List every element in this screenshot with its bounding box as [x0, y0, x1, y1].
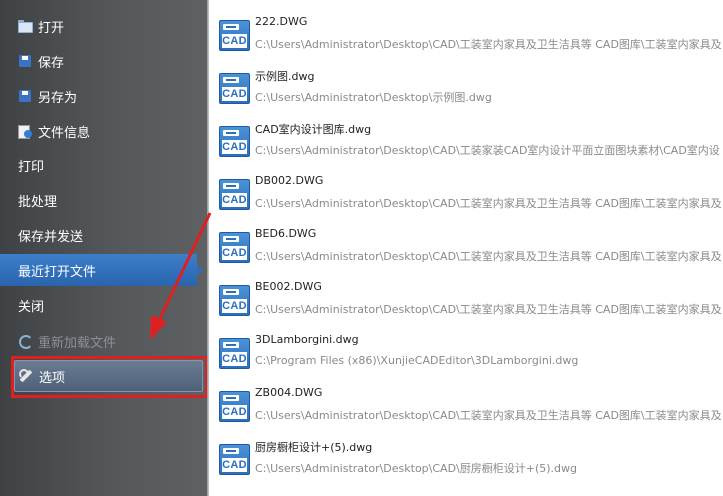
- menu-item-label: 打印: [18, 159, 45, 175]
- file-path: C:\Users\Administrator\Desktop\CAD\厨房橱柜设…: [255, 462, 578, 475]
- file-path: C:\Users\Administrator\Desktop\CAD\工装室内家…: [255, 409, 722, 422]
- cad-file-icon: CAD: [219, 179, 250, 210]
- list-item[interactable]: CAD 示例图.dwg C:\Users\Administrator\Deskt…: [209, 53, 723, 106]
- file-info-icon: [18, 124, 32, 139]
- list-item[interactable]: CAD CAD室内设计图库.dwg C:\Users\Administrator…: [209, 106, 723, 159]
- list-item[interactable]: CAD 3DLamborgini.dwg C:\Program Files (x…: [209, 318, 723, 371]
- menu-item-label: 文件信息: [38, 125, 91, 141]
- file-path: C:\Program Files (x86)\XunjieCADEditor\3…: [255, 354, 579, 367]
- file-name: ZB004.DWG: [255, 386, 323, 399]
- file-path: C:\Users\Administrator\Desktop\CAD\工装室内家…: [255, 197, 722, 210]
- annotation-arrow: [150, 212, 212, 340]
- cad-file-icon: CAD: [219, 338, 250, 369]
- file-path: C:\Users\Administrator\Desktop\CAD\工装室内家…: [255, 38, 722, 51]
- file-name: CAD室内设计图库.dwg: [255, 123, 372, 136]
- file-path: C:\Users\Administrator\Desktop\CAD\工装家装C…: [255, 144, 720, 157]
- cad-file-icon: CAD: [219, 126, 250, 157]
- menu-item-label: 关闭: [18, 299, 45, 315]
- menu-item-save[interactable]: 保存: [0, 45, 202, 77]
- cad-file-icon: CAD: [219, 73, 250, 104]
- recent-files-list: CAD 222.DWG C:\Users\Administrator\Deskt…: [209, 0, 723, 496]
- menu-item-label: 最近打开文件: [18, 264, 97, 280]
- list-item[interactable]: CAD DB002.DWG C:\Users\Administrator\Des…: [209, 159, 723, 212]
- file-path: C:\Users\Administrator\Desktop\CAD\工装室内家…: [255, 303, 722, 316]
- file-path: C:\Users\Administrator\Desktop\示例图.dwg: [255, 91, 492, 104]
- list-item[interactable]: CAD BE002.DWG C:\Users\Administrator\Des…: [209, 265, 723, 318]
- menu-item-label: 另存为: [38, 90, 78, 106]
- file-name: 厨房橱柜设计+(5).dwg: [255, 441, 373, 454]
- cad-file-icon: CAD: [219, 232, 250, 263]
- menu-item-label: 保存并发送: [18, 229, 84, 245]
- cad-file-icon: CAD: [219, 285, 250, 316]
- menu-item-label: 打开: [38, 20, 65, 36]
- file-path: C:\Users\Administrator\Desktop\CAD\工装室内家…: [255, 250, 722, 263]
- cad-file-icon: CAD: [219, 444, 250, 475]
- file-name: 示例图.dwg: [255, 70, 315, 83]
- file-name: BE002.DWG: [255, 280, 322, 293]
- list-item[interactable]: CAD 厨房橱柜设计+(5).dwg C:\Users\Administrato…: [209, 424, 723, 477]
- menu-item-open[interactable]: 打开: [0, 10, 202, 42]
- menu-item-save-as[interactable]: 另存为: [0, 80, 202, 112]
- list-item[interactable]: CAD 222.DWG C:\Users\Administrator\Deskt…: [209, 0, 723, 53]
- menu-item-label: 重新加载文件: [38, 335, 117, 351]
- folder-open-icon: [18, 19, 33, 33]
- save-icon: [18, 54, 32, 68]
- highlight-box: [11, 356, 207, 398]
- menu-item-print[interactable]: 打印: [0, 149, 202, 181]
- reload-icon: [18, 334, 33, 349]
- cad-file-icon: CAD: [219, 20, 250, 51]
- menu-item-label: 保存: [38, 55, 65, 71]
- menu-item-label: 批处理: [18, 194, 58, 210]
- file-name: 222.DWG: [255, 15, 308, 28]
- cad-file-icon: CAD: [219, 391, 250, 422]
- file-name: BED6.DWG: [255, 227, 317, 240]
- menu-item-file-info[interactable]: 文件信息: [0, 115, 202, 147]
- file-name: DB002.DWG: [255, 174, 324, 187]
- save-as-icon: [18, 89, 32, 103]
- list-item[interactable]: CAD BED6.DWG C:\Users\Administrator\Desk…: [209, 212, 723, 265]
- file-name: 3DLamborgini.dwg: [255, 333, 359, 346]
- list-item[interactable]: CAD ZB004.DWG C:\Users\Administrator\Des…: [209, 371, 723, 424]
